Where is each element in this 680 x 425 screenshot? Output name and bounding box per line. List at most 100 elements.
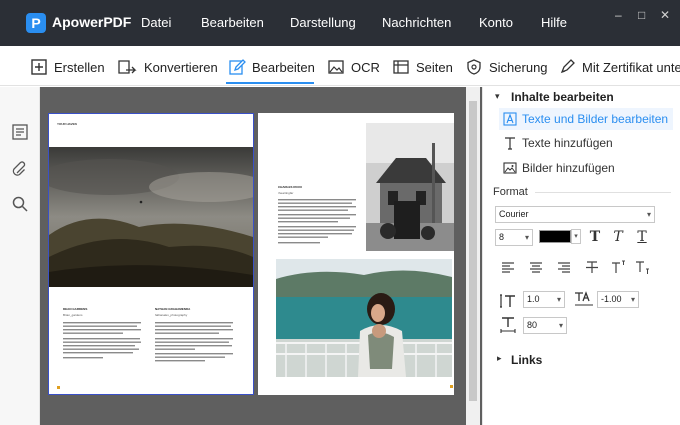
section-title-edit-content: Inhalte bearbeiten <box>511 90 614 104</box>
chevron-down-icon: ▾ <box>558 321 563 330</box>
line-spacing-select[interactable]: 1.0 ▾ <box>523 291 565 308</box>
align-right-icon[interactable] <box>555 258 573 276</box>
convert-button[interactable]: Konvertieren <box>116 56 218 78</box>
text-scale-value: 80 <box>527 320 538 330</box>
security-button[interactable]: Sicherung <box>465 56 548 78</box>
edit-text-images-label: Texte und Bilder bearbeiten <box>522 112 669 126</box>
add-images-option[interactable]: Bilder hinzufügen <box>499 157 673 179</box>
bookmarks-icon[interactable] <box>10 122 30 142</box>
format-label: Format <box>493 186 528 198</box>
pages-icon <box>393 60 409 74</box>
text-scale-icon <box>500 317 516 333</box>
chevron-down-icon: ▾ <box>524 233 529 242</box>
font-color-swatch[interactable] <box>539 230 571 243</box>
menu-hilfe[interactable]: Hilfe <box>541 15 567 30</box>
document-canvas[interactable]: YOUR HAVEN DEAN GARDENS Brian_gardens NA… <box>40 87 482 425</box>
edit-button[interactable]: Bearbeiten <box>228 56 315 78</box>
menu-konto[interactable]: Konto <box>479 15 513 30</box>
landscape-photo[interactable] <box>49 147 253 287</box>
edit-pencil-icon <box>229 59 246 75</box>
collapse-caret-icon[interactable]: ▾ <box>495 91 500 102</box>
scrollbar-thumb[interactable] <box>469 101 477 401</box>
attachment-icon[interactable] <box>10 159 30 179</box>
vertical-scrollbar[interactable] <box>466 87 480 425</box>
char-spacing-value: -1.00 <box>601 294 622 304</box>
page2-sub: rheartingfar <box>278 191 294 195</box>
ocr-image-icon <box>328 60 344 74</box>
image-icon <box>503 162 517 174</box>
italic-button[interactable]: T <box>609 228 627 246</box>
page1-col2-sub: fathanalex_photography <box>155 313 188 317</box>
font-color-dropdown[interactable]: ▾ <box>571 229 581 244</box>
woman-lake-photo[interactable] <box>276 259 452 377</box>
menu-bearbeiten[interactable]: Bearbeiten <box>201 15 264 30</box>
maximize-button[interactable]: □ <box>638 8 645 22</box>
pages-button[interactable]: Seiten <box>392 56 453 78</box>
page2-marker <box>450 385 453 388</box>
char-spacing-icon <box>575 291 593 306</box>
align-left-icon[interactable] <box>499 258 517 276</box>
section-title-links[interactable]: Links <box>511 353 542 367</box>
security-label: Sicherung <box>489 59 548 75</box>
page2-body-text <box>278 199 356 244</box>
edit-text-images-option[interactable]: Texte und Bilder bearbeiten <box>499 108 673 130</box>
superscript-icon[interactable] <box>609 258 627 276</box>
active-tab-indicator <box>226 82 314 84</box>
document-page-1[interactable]: YOUR HAVEN DEAN GARDENS Brian_gardens NA… <box>48 113 254 395</box>
page1-body-text <box>63 322 233 362</box>
minimize-button[interactable]: – <box>615 8 622 22</box>
format-divider <box>535 192 671 193</box>
pages-label: Seiten <box>416 59 453 75</box>
underline-button[interactable]: T <box>633 228 651 246</box>
app-logo-icon: P <box>26 13 46 33</box>
bw-house-photo[interactable] <box>366 123 454 251</box>
page1-marker <box>57 386 60 389</box>
page1-col1-title: DEAN GARDENS <box>63 307 88 311</box>
toolbar: Erstellen Konvertieren Bearbeiten OCR Se… <box>0 46 680 86</box>
add-images-label: Bilder hinzufügen <box>522 161 615 175</box>
plus-box-icon <box>31 59 47 75</box>
convert-icon <box>118 60 137 74</box>
align-center-icon[interactable] <box>527 258 545 276</box>
char-spacing-select[interactable]: -1.00 ▾ <box>597 291 639 308</box>
menu-datei[interactable]: Datei <box>141 15 171 30</box>
page1-col2-title: NATHAN GRAHAMENDA <box>155 307 191 311</box>
certificate-label: Mit Zertifikat unte <box>582 59 680 75</box>
font-family-select[interactable]: Courier ▾ <box>495 206 655 223</box>
edit-label: Bearbeiten <box>252 59 315 75</box>
font-size-value: 8 <box>499 232 505 242</box>
chevron-down-icon: ▾ <box>630 295 635 304</box>
page1-col1-sub: Brian_gardens <box>63 313 83 317</box>
font-size-select[interactable]: 8 ▾ <box>495 229 533 246</box>
page2-title: CHARLES ROUX <box>278 185 303 189</box>
chevron-down-icon: ▾ <box>556 295 561 304</box>
menu-darstellung[interactable]: Darstellung <box>290 15 356 30</box>
text-t-icon <box>505 137 515 150</box>
ocr-button[interactable]: OCR <box>327 56 380 78</box>
edit-properties-panel: ▾ Inhalte bearbeiten Texte und Bilder be… <box>482 87 680 425</box>
convert-label: Konvertieren <box>144 59 218 75</box>
left-sidebar <box>0 87 40 425</box>
line-spacing-icon <box>500 294 515 308</box>
search-icon[interactable] <box>10 194 30 214</box>
page1-header: YOUR HAVEN <box>57 122 77 126</box>
bold-button[interactable]: T <box>586 228 604 246</box>
certificate-button[interactable]: Mit Zertifikat unte <box>558 56 680 78</box>
app-name: ApowerPDF <box>52 14 132 30</box>
text-scale-select[interactable]: 80 ▾ <box>523 317 567 334</box>
document-page-2[interactable]: CHARLES ROUX rheartingfar <box>258 113 454 395</box>
subscript-icon[interactable] <box>633 258 651 276</box>
ocr-label: OCR <box>351 59 380 75</box>
font-family-value: Courier <box>499 209 529 219</box>
add-text-option[interactable]: Texte hinzufügen <box>499 132 673 154</box>
menu-nachrichten[interactable]: Nachrichten <box>382 15 451 30</box>
text-box-icon <box>503 112 517 126</box>
chevron-down-icon: ▾ <box>646 210 651 219</box>
expand-caret-icon[interactable]: ▸ <box>497 353 502 364</box>
close-button[interactable]: ✕ <box>660 8 670 22</box>
add-text-label: Texte hinzufügen <box>522 136 613 150</box>
create-button[interactable]: Erstellen <box>30 56 105 78</box>
strikethrough-icon[interactable] <box>583 258 601 276</box>
shield-icon <box>467 59 481 75</box>
title-bar: P ApowerPDF Datei Bearbeiten Darstellung… <box>0 0 680 46</box>
